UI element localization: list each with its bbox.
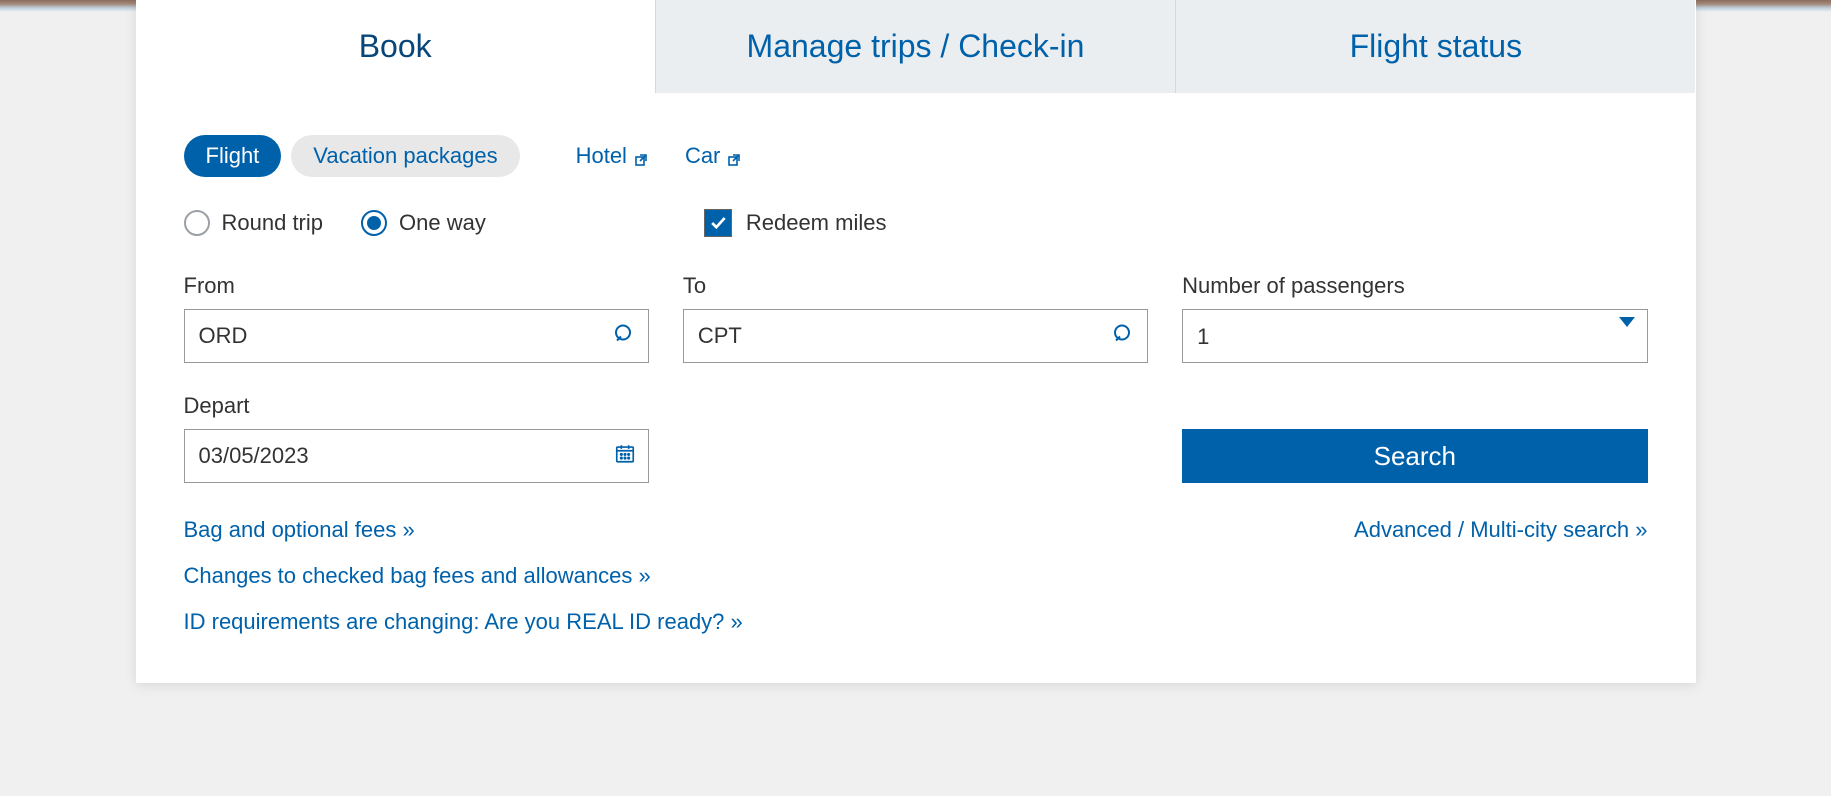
to-input-wrap[interactable]: [683, 309, 1148, 363]
real-id-link[interactable]: ID requirements are changing: Are you RE…: [184, 609, 743, 635]
fields-row-2: Depart Search: [184, 393, 1648, 483]
advanced-search-link[interactable]: Advanced / Multi-city search »: [1354, 517, 1647, 543]
booking-panel: Book Manage trips / Check-in Flight stat…: [136, 0, 1696, 683]
checkbox-label-redeem: Redeem miles: [746, 210, 887, 236]
depart-input-wrap[interactable]: [184, 429, 649, 483]
from-input[interactable]: [199, 323, 634, 349]
to-label: To: [683, 273, 1148, 299]
from-label: From: [184, 273, 649, 299]
pax-select[interactable]: 1: [1197, 324, 1632, 349]
chevron-down-icon: [1619, 327, 1635, 345]
search-icon: [1111, 322, 1135, 351]
search-icon: [612, 322, 636, 351]
radio-icon: [184, 210, 210, 236]
radio-label-round-trip: Round trip: [222, 210, 324, 236]
hotel-link-label: Hotel: [576, 143, 627, 169]
external-links: Hotel Car: [576, 143, 743, 169]
checkbox-redeem-miles[interactable]: Redeem miles: [704, 209, 887, 237]
footer-links: Bag and optional fees » Changes to check…: [184, 517, 743, 635]
depart-group: Depart: [184, 393, 649, 483]
checkbox-icon: [704, 209, 732, 237]
book-content: Flight Vacation packages Hotel Car: [136, 93, 1696, 683]
search-group: Search: [1182, 415, 1647, 483]
to-group: To: [683, 273, 1148, 363]
pill-flight[interactable]: Flight: [184, 135, 282, 177]
car-link[interactable]: Car: [685, 143, 742, 169]
bag-fees-link[interactable]: Bag and optional fees »: [184, 517, 743, 543]
fields-row-1: From To: [184, 273, 1648, 363]
depart-input[interactable]: [199, 443, 634, 469]
depart-label: Depart: [184, 393, 649, 419]
tab-status[interactable]: Flight status: [1176, 0, 1695, 93]
radio-icon: [361, 210, 387, 236]
product-row: Flight Vacation packages Hotel Car: [184, 135, 1648, 177]
checked-bag-link[interactable]: Changes to checked bag fees and allowanc…: [184, 563, 743, 589]
to-input[interactable]: [698, 323, 1133, 349]
pax-label: Number of passengers: [1182, 273, 1647, 299]
footer-row: Bag and optional fees » Changes to check…: [184, 517, 1648, 635]
tab-manage[interactable]: Manage trips / Check-in: [656, 0, 1176, 93]
car-link-label: Car: [685, 143, 720, 169]
external-icon: [633, 148, 649, 164]
external-icon: [726, 148, 742, 164]
radio-round-trip[interactable]: Round trip: [184, 210, 324, 236]
tab-book[interactable]: Book: [136, 0, 656, 93]
calendar-icon: [614, 443, 636, 470]
pax-select-wrap[interactable]: 1: [1182, 309, 1647, 363]
product-pills: Flight Vacation packages: [184, 135, 520, 177]
hotel-link[interactable]: Hotel: [576, 143, 649, 169]
radio-one-way[interactable]: One way: [361, 210, 486, 236]
main-tabs: Book Manage trips / Check-in Flight stat…: [136, 0, 1696, 93]
pax-group: Number of passengers 1: [1182, 273, 1647, 363]
search-button[interactable]: Search: [1182, 429, 1647, 483]
trip-type-row: Round trip One way Redeem miles: [184, 209, 1648, 237]
radio-label-one-way: One way: [399, 210, 486, 236]
from-group: From: [184, 273, 649, 363]
from-input-wrap[interactable]: [184, 309, 649, 363]
pill-vacation[interactable]: Vacation packages: [291, 135, 519, 177]
